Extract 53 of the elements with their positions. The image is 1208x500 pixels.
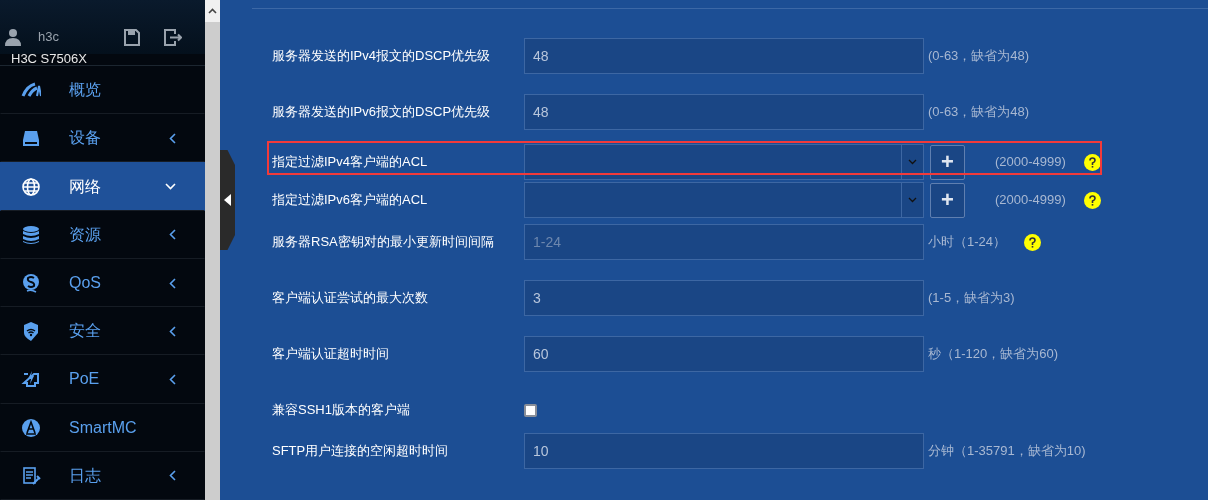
database-icon — [21, 224, 41, 245]
hint-text: (1-5，缺省为3) — [928, 289, 1015, 308]
hint-text: 分钟（1-35791，缺省为10) — [928, 442, 1086, 461]
input-field[interactable]: 48 — [524, 38, 924, 74]
collapse-handle[interactable] — [220, 150, 235, 250]
field-label: 客户端认证超时时间 — [272, 345, 390, 364]
select-field[interactable] — [524, 182, 924, 218]
hint-text: 秒（1-120，缺省为60) — [928, 345, 1059, 364]
menu-item[interactable]: SmartMC — [0, 403, 205, 452]
input-field[interactable]: 60 — [524, 336, 924, 372]
hint-text: 小时（1-24） — [928, 233, 1007, 252]
user-icon — [4, 28, 22, 47]
input-field[interactable]: 10 — [524, 433, 924, 469]
add-button[interactable]: + — [930, 144, 965, 180]
hint-text: (2000-4999) — [995, 153, 1066, 172]
add-button[interactable]: + — [930, 182, 965, 218]
scroll-up-icon[interactable] — [208, 8, 217, 14]
help-icon[interactable] — [1083, 191, 1101, 209]
input-field[interactable]: 1-24 — [524, 224, 924, 260]
help-icon[interactable] — [1083, 153, 1101, 171]
help-icon[interactable] — [1024, 233, 1042, 251]
globe-icon — [21, 176, 41, 197]
field-label: 指定过滤IPv4客户端的ACL — [272, 153, 429, 172]
user-name: h3c — [38, 27, 60, 46]
device-name: H3C S7506X — [0, 54, 205, 67]
drive-icon — [21, 128, 41, 149]
field-label: 服务器RSA密钥对的最小更新时间间隔 — [272, 233, 495, 252]
menu-item[interactable]: 网络 — [0, 162, 205, 211]
field-label: 兼容SSH1版本的客户端 — [272, 401, 411, 420]
scrollbar[interactable] — [205, 0, 220, 500]
save-icon[interactable] — [124, 29, 140, 47]
hint-text: (0-63，缺省为48) — [928, 103, 1030, 122]
hint-text: (0-63，缺省为48) — [928, 47, 1030, 66]
lightning-icon — [21, 369, 41, 390]
field-label: 服务器发送的IPv6报文的DSCP优先级 — [272, 103, 492, 122]
input-field[interactable]: 3 — [524, 280, 924, 316]
letter-icon — [21, 417, 41, 438]
caret-icon — [908, 159, 917, 165]
field-label: 指定过滤IPv6客户端的ACL — [272, 191, 429, 210]
menu-item[interactable]: 安全 — [0, 307, 205, 356]
field-label: 客户端认证尝试的最大次数 — [272, 289, 429, 308]
menu-item[interactable]: QoS — [0, 258, 205, 308]
hint-text: (2000-4999) — [995, 191, 1066, 210]
checkbox[interactable] — [524, 403, 537, 417]
field-label: 服务器发送的IPv4报文的DSCP优先级 — [272, 47, 492, 66]
qos-icon — [21, 273, 41, 293]
caret-icon — [908, 197, 917, 203]
shield-icon — [21, 321, 41, 342]
select-field[interactable] — [524, 144, 924, 180]
input-field[interactable]: 48 — [524, 94, 924, 130]
logout-icon[interactable] — [164, 29, 182, 47]
field-label: SFTP用户连接的空闲超时时间 — [272, 442, 450, 461]
log-icon — [21, 465, 41, 486]
